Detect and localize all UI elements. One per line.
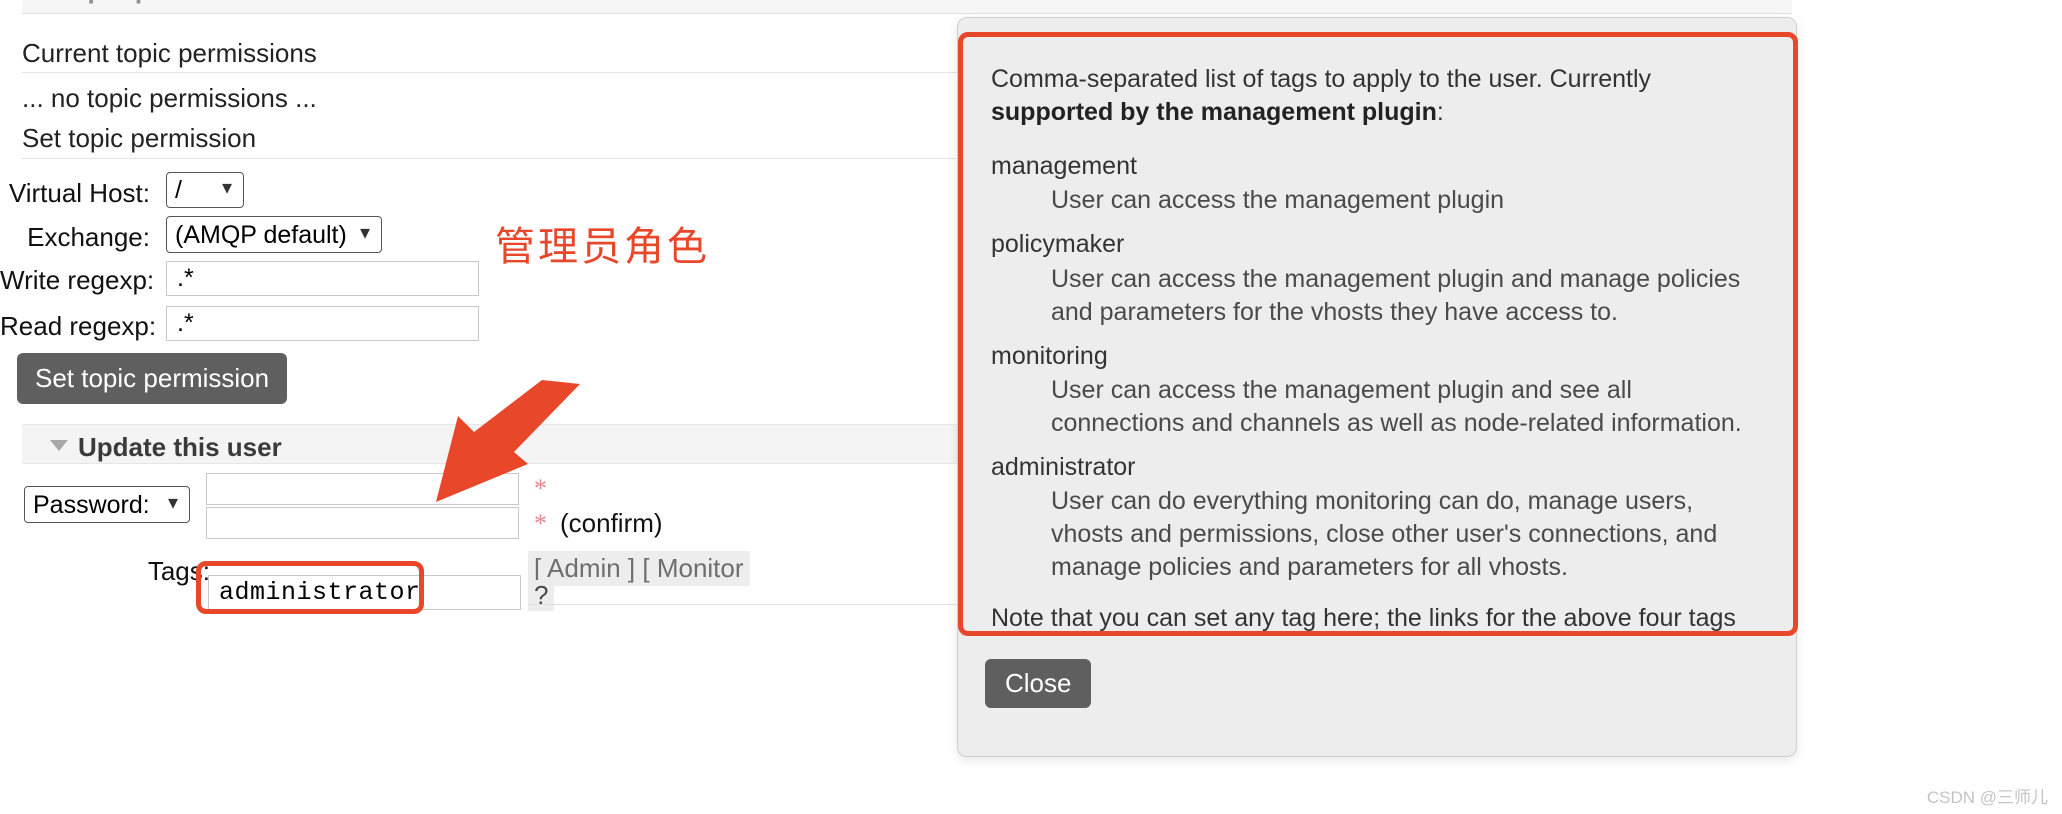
set-topic-permission-label: Set topic permission xyxy=(22,123,257,153)
tag-quick-links-text[interactable]: [ Admin ] [ Monitor xyxy=(534,553,744,583)
tags-help-lead-prefix: Comma-separated list of tags to apply to… xyxy=(991,65,1652,93)
update-user-section-title: Update this user xyxy=(78,432,282,462)
write-regexp-input[interactable] xyxy=(166,261,479,296)
tag-description: User can access the management plugin an… xyxy=(1051,375,1742,437)
tag-term: monitoring xyxy=(991,341,1108,370)
virtual-host-select-wrap[interactable]: / ▾ xyxy=(166,172,244,208)
topic-permissions-heading: Topic permissions xyxy=(56,0,296,5)
tags-label: Tags: xyxy=(147,556,210,586)
exchange-select-wrap[interactable]: (AMQP default) ▾ xyxy=(166,216,382,253)
virtual-host-label: Virtual Host: xyxy=(8,178,150,208)
set-topic-permission-button[interactable]: Set topic permission xyxy=(17,353,288,404)
tags-help-question-icon[interactable]: ? xyxy=(528,580,555,611)
tag-term: policymaker xyxy=(991,230,1125,259)
tag-description: User can access the management plugin xyxy=(1051,186,1505,215)
virtual-host-select[interactable]: / xyxy=(166,172,244,208)
chinese-annotation-label: 管理员角色 xyxy=(495,225,710,269)
tag-quick-links[interactable]: [ Admin ] [ Monitor xyxy=(528,551,750,586)
password-confirm-label: (confirm) xyxy=(560,508,663,538)
exchange-select[interactable]: (AMQP default) xyxy=(166,216,382,253)
tag-term: administrator xyxy=(991,452,1136,481)
credential-kind-select-wrap[interactable]: Password: ▾ xyxy=(24,486,190,523)
tag-definition-list: management User can access the managemen… xyxy=(991,151,1765,584)
current-topic-permissions-label: Current topic permissions xyxy=(22,38,317,68)
tags-help-popup: Comma-separated list of tags to apply to… xyxy=(957,17,1798,758)
read-regexp-input[interactable] xyxy=(166,306,479,341)
watermark-text: CSDN @三师儿 xyxy=(1926,788,2048,807)
topic-permissions-heading-strip: Topic permissions xyxy=(22,0,1792,14)
tags-help-lead-suffix: : xyxy=(1436,98,1444,126)
write-regexp-label: Write regexp: xyxy=(0,265,155,295)
tags-help-popup-footer: Close xyxy=(958,636,1798,758)
no-topic-permissions-text: ... no topic permissions ... xyxy=(22,83,317,113)
password-input[interactable] xyxy=(206,473,519,505)
tags-help-popup-content: Comma-separated list of tags to apply to… xyxy=(958,32,1798,636)
tag-description: User can do everything monitoring can do… xyxy=(1051,487,1718,581)
tags-help-lead: Comma-separated list of tags to apply to… xyxy=(991,63,1765,129)
tag-term: management xyxy=(991,152,1137,180)
password-confirm-input[interactable] xyxy=(206,507,519,539)
tags-help-lead-bold: supported by the management plugin xyxy=(991,98,1437,126)
triangle-down-icon[interactable] xyxy=(50,440,68,451)
tags-help-note: Note that you can set any tag here; the … xyxy=(991,604,1736,632)
exchange-label: Exchange: xyxy=(27,222,150,252)
close-button[interactable]: Close xyxy=(985,659,1092,708)
password-required-marker: * xyxy=(534,474,547,503)
password-confirm-required-marker: * xyxy=(534,509,547,538)
credential-kind-select[interactable]: Password: xyxy=(24,486,190,523)
tag-description: User can access the management plugin an… xyxy=(1051,264,1741,326)
read-regexp-label: Read regexp: xyxy=(0,311,157,341)
tags-input[interactable] xyxy=(208,575,521,610)
